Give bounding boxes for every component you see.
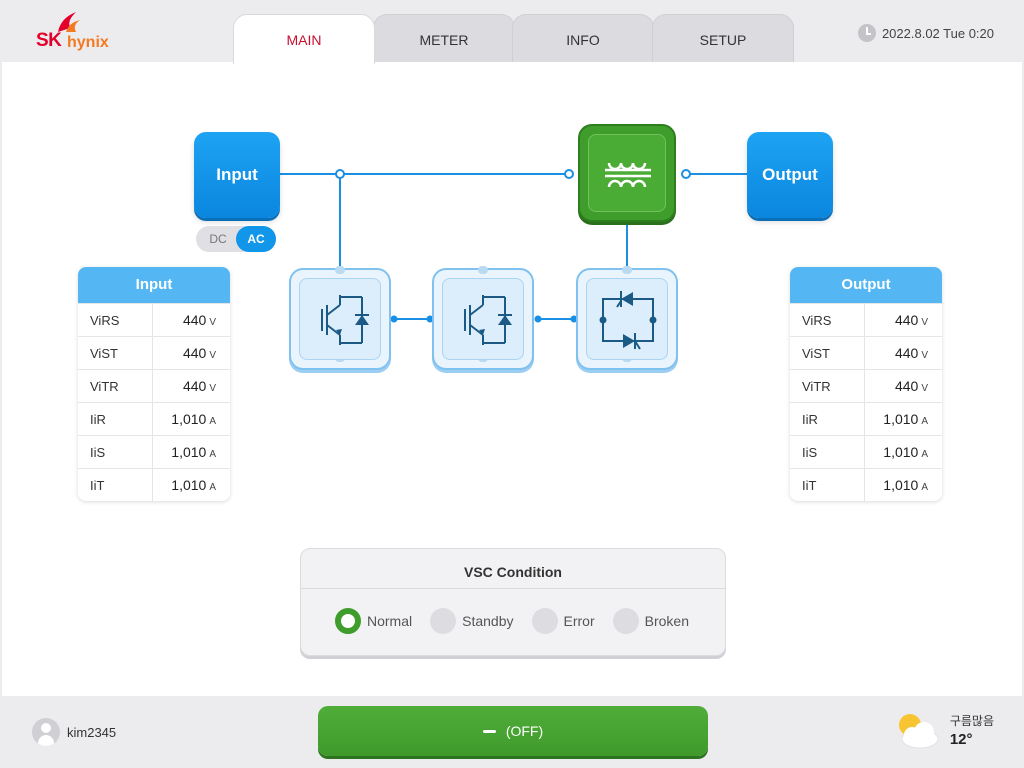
table-row: IiS 1,010 A bbox=[790, 435, 942, 468]
input-button[interactable]: Input bbox=[194, 132, 280, 218]
row-value: 1,010 A bbox=[883, 477, 928, 493]
row-key: IiR bbox=[78, 403, 153, 435]
row-value: 440 V bbox=[182, 312, 216, 328]
module-nub bbox=[622, 266, 632, 274]
thyristor-module[interactable] bbox=[576, 266, 678, 370]
user-info[interactable]: kim2345 bbox=[32, 718, 116, 746]
row-value: 440 V bbox=[182, 345, 216, 361]
radio-icon[interactable] bbox=[531, 608, 558, 634]
table-row: IiT 1,010 A bbox=[78, 468, 230, 501]
row-key: ViTR bbox=[790, 370, 865, 402]
vsc-title: VSC Condition bbox=[301, 549, 725, 589]
igbt-icon bbox=[299, 278, 381, 360]
vsc-option-standby[interactable]: Standby bbox=[430, 608, 514, 634]
output-table: Output ViRS 440 V ViST 440 V ViTR 440 V IiR 1,0… bbox=[790, 267, 942, 501]
row-value: 440 V bbox=[182, 378, 216, 394]
ac-option[interactable]: AC bbox=[236, 226, 276, 252]
radio-selected-icon[interactable] bbox=[335, 608, 361, 634]
weather-widget: 구름많음 12° bbox=[892, 710, 994, 750]
vsc-options: Normal Standby Error Broken bbox=[301, 589, 725, 653]
row-key: ViST bbox=[790, 337, 865, 369]
username: kim2345 bbox=[67, 724, 117, 740]
vsc-option-broken[interactable]: Broken bbox=[612, 608, 689, 634]
igbt-module-1[interactable] bbox=[289, 266, 391, 370]
dc-ac-toggle[interactable]: DC AC bbox=[196, 226, 276, 252]
transformer-icon bbox=[588, 134, 666, 212]
dc-option[interactable]: DC bbox=[200, 226, 236, 252]
temperature: 12° bbox=[949, 731, 973, 748]
radio-icon[interactable] bbox=[430, 608, 457, 634]
row-key: IiS bbox=[78, 436, 153, 468]
user-avatar-icon bbox=[32, 718, 60, 746]
table-row: ViRS 440 V bbox=[790, 303, 942, 336]
row-value: 1,010 A bbox=[171, 444, 216, 460]
row-value: 1,010 A bbox=[171, 477, 216, 493]
power-button-label: (OFF) bbox=[505, 723, 544, 739]
tab-main[interactable]: MAIN bbox=[233, 14, 375, 64]
row-key: IiT bbox=[78, 469, 153, 501]
power-off-button[interactable]: (OFF) bbox=[318, 706, 708, 756]
vsc-option-label: Broken bbox=[644, 613, 689, 629]
output-table-title: Output bbox=[790, 267, 942, 303]
row-value: 440 V bbox=[894, 378, 928, 394]
radio-icon[interactable] bbox=[612, 608, 639, 634]
row-value: 440 V bbox=[894, 312, 928, 328]
module-nub bbox=[478, 266, 488, 274]
minus-icon bbox=[482, 729, 496, 733]
row-value: 1,010 A bbox=[883, 444, 928, 460]
table-row: ViRS 440 V bbox=[78, 303, 230, 336]
vsc-option-label: Error bbox=[563, 613, 595, 629]
table-row: IiR 1,010 A bbox=[790, 402, 942, 435]
module-nub bbox=[335, 266, 345, 274]
footer: kim2345 (OFF) 구름많음 12° bbox=[0, 696, 1024, 768]
partly-cloudy-icon bbox=[898, 714, 939, 749]
input-table-title: Input bbox=[78, 267, 230, 303]
vsc-option-normal[interactable]: Normal bbox=[335, 608, 412, 634]
table-row: IiS 1,010 A bbox=[78, 435, 230, 468]
vsc-option-label: Normal bbox=[367, 613, 413, 629]
table-row: IiT 1,010 A bbox=[790, 468, 942, 501]
row-key: IiS bbox=[790, 436, 865, 468]
row-key: IiR bbox=[790, 403, 865, 435]
vsc-option-label: Standby bbox=[462, 613, 514, 629]
row-value: 1,010 A bbox=[883, 411, 928, 427]
igbt-module-2[interactable] bbox=[432, 266, 534, 370]
table-row: ViTR 440 V bbox=[790, 369, 942, 402]
weather-condition: 구름많음 bbox=[949, 714, 994, 728]
row-value: 1,010 A bbox=[171, 411, 216, 427]
row-key: ViTR bbox=[78, 370, 153, 402]
vsc-option-error[interactable]: Error bbox=[531, 608, 595, 634]
row-key: IiT bbox=[790, 469, 865, 501]
table-row: IiR 1,010 A bbox=[78, 402, 230, 435]
transformer-module[interactable] bbox=[578, 124, 676, 222]
row-key: ViST bbox=[78, 337, 153, 369]
thyristor-icon bbox=[586, 278, 668, 360]
vsc-condition-panel: VSC Condition Normal Standby Error Broke… bbox=[300, 548, 726, 656]
output-button[interactable]: Output bbox=[747, 132, 833, 218]
input-table: Input ViRS 440 V ViST 440 V ViTR 440 V IiR 1,01… bbox=[78, 267, 230, 501]
row-key: ViRS bbox=[790, 304, 865, 336]
table-row: ViTR 440 V bbox=[78, 369, 230, 402]
table-row: ViST 440 V bbox=[790, 336, 942, 369]
row-key: ViRS bbox=[78, 304, 153, 336]
igbt-icon bbox=[442, 278, 524, 360]
row-value: 440 V bbox=[894, 345, 928, 361]
table-row: ViST 440 V bbox=[78, 336, 230, 369]
